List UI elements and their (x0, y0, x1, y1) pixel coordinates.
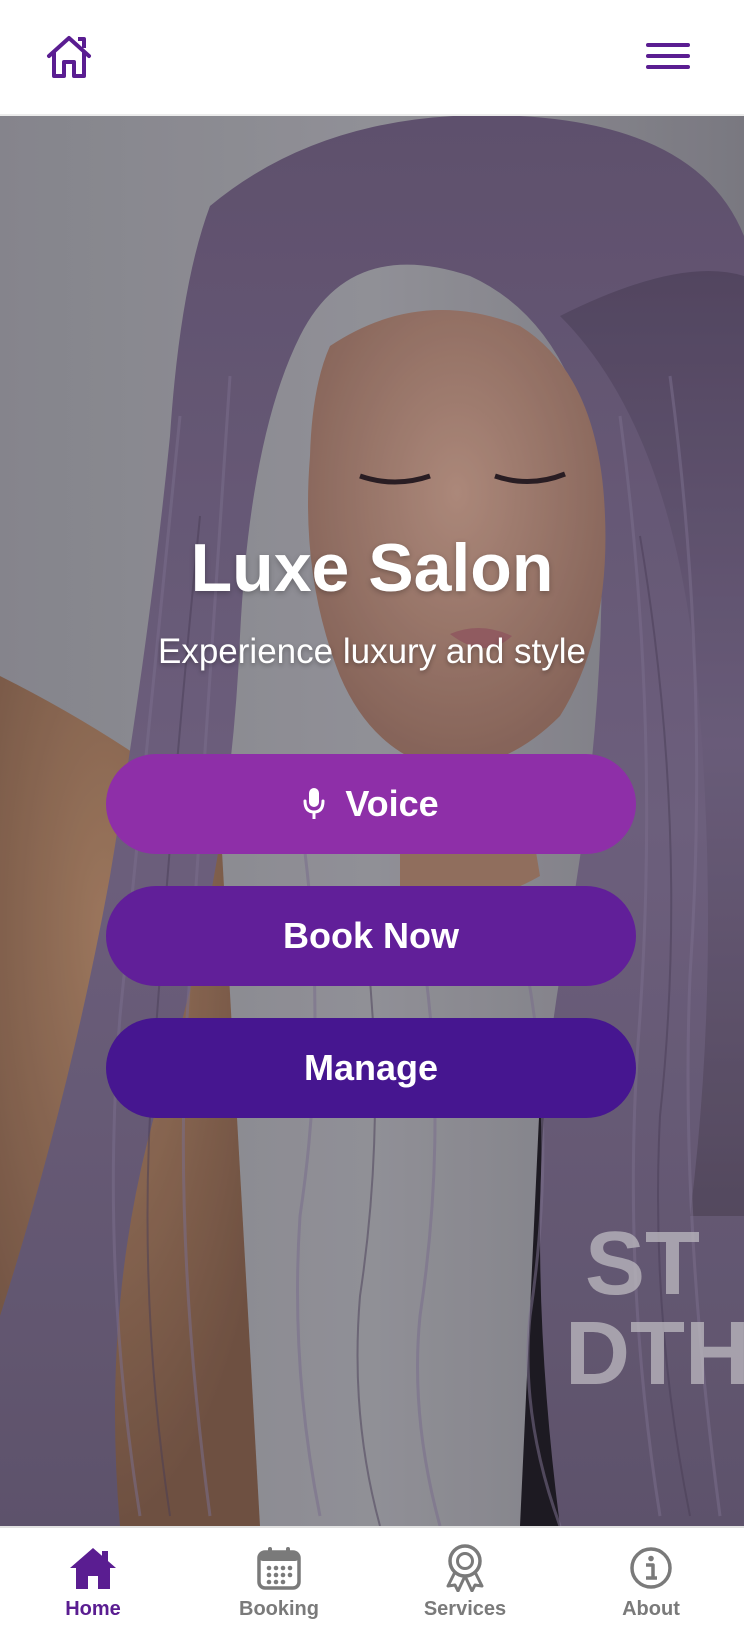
hero-title: Luxe Salon (190, 530, 554, 606)
home-filled-icon (67, 1544, 119, 1592)
award-ribbon-icon (439, 1544, 491, 1592)
top-header (0, 0, 744, 116)
book-now-button-label: Book Now (283, 915, 459, 956)
nav-label-about: About (622, 1598, 680, 1620)
info-circle-icon (625, 1544, 677, 1592)
nav-label-services: Services (423, 1598, 507, 1620)
nav-item-home[interactable]: Home (0, 1528, 186, 1628)
hero-section: ST DTH Luxe Salon Experience luxury and … (0, 116, 744, 1526)
hamburger-menu-icon[interactable] (644, 36, 692, 76)
manage-button[interactable]: Manage (106, 1018, 636, 1118)
nav-label-home: Home (65, 1598, 121, 1620)
voice-button-label: Voice (345, 783, 439, 824)
book-now-button[interactable]: Book Now (106, 886, 636, 986)
nav-item-about[interactable]: About (558, 1528, 744, 1628)
nav-item-services[interactable]: Services (372, 1528, 558, 1628)
calendar-icon (253, 1544, 305, 1592)
manage-button-label: Manage (303, 1047, 439, 1088)
nav-item-booking[interactable]: Booking (186, 1528, 372, 1628)
nav-label-booking: Booking (239, 1598, 319, 1620)
bottom-navigation: Home Booking Services About (0, 1526, 744, 1628)
app-screen: ST DTH Luxe Salon Experience luxury and … (0, 0, 744, 1628)
home-icon[interactable] (44, 32, 94, 82)
hero-subtitle: Experience luxury and style (158, 632, 586, 671)
microphone-icon (303, 787, 325, 821)
voice-button[interactable]: Voice (106, 754, 636, 854)
